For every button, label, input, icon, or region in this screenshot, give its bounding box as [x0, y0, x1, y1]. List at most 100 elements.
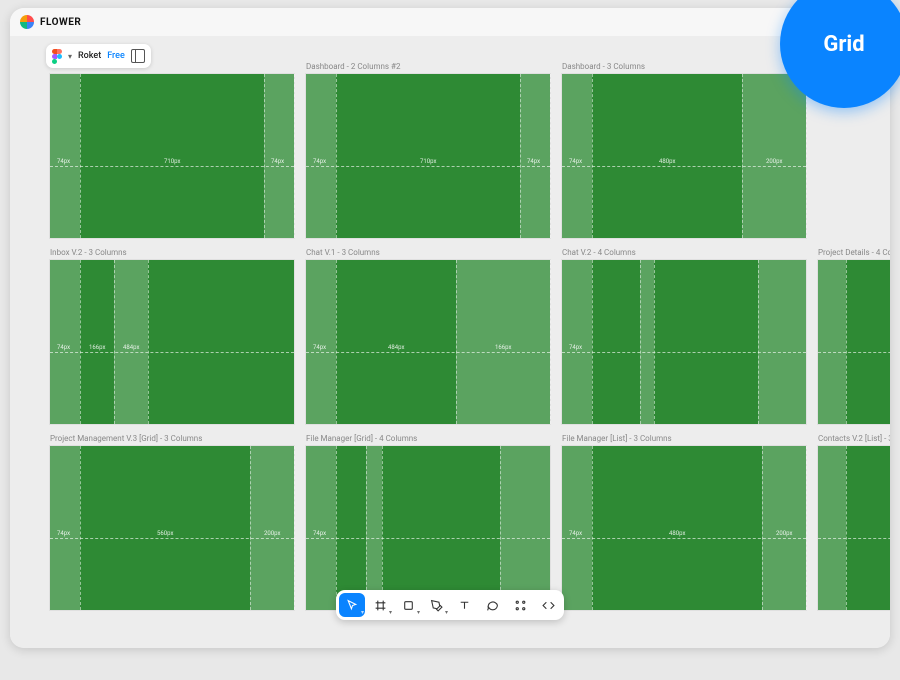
comment-tool[interactable]	[479, 593, 505, 617]
frame-group[interactable]: Project Management V.3 [Grid] - 3 Column…	[50, 434, 294, 610]
frame-label: File Manager [List] - 3 Columns	[562, 434, 806, 444]
ruler-vertical	[336, 446, 337, 610]
shape-tool[interactable]: ▾	[395, 593, 421, 617]
frame-group[interactable]: Dashboard - 3 Columns 74px 480px 200px	[562, 62, 806, 238]
plan-badge[interactable]: Free	[107, 51, 125, 61]
layout-column-overlay	[818, 446, 846, 610]
ruler-vertical	[336, 74, 337, 238]
file-name[interactable]: Roket	[78, 51, 101, 61]
frame-group[interactable]: File Manager [Grid] - 4 Columns74px	[306, 434, 550, 610]
layout-column-overlay	[306, 74, 336, 238]
layout-column-overlay	[500, 446, 550, 610]
layout-column-overlay	[264, 74, 294, 238]
chevron-down-icon[interactable]: ▾	[68, 52, 72, 61]
layout-column-overlay	[50, 260, 80, 424]
ruler-vertical	[366, 446, 367, 610]
layout-column-overlay	[762, 446, 806, 610]
ruler-vertical	[456, 260, 457, 424]
layout-column-overlay	[818, 260, 846, 424]
canvas-inner[interactable]: 74px710px74pxDashboard - 2 Columns #274p…	[10, 36, 890, 648]
frame-group[interactable]: Project Details - 4 Columns	[818, 248, 890, 424]
ruler-vertical	[550, 260, 551, 424]
dimension-label: 166px	[495, 344, 511, 351]
frame-artboard[interactable]: 74px	[562, 260, 806, 424]
ruler-vertical	[114, 260, 115, 424]
frame-group[interactable]: Dashboard - 2 Columns #274px710px74px	[306, 62, 550, 238]
layout-column-overlay	[50, 446, 80, 610]
frame-artboard[interactable]: 74px480px200px	[562, 446, 806, 610]
app-window: FLOWER 74px710px74pxDashboard - 2 Column…	[10, 8, 890, 648]
actions-tool[interactable]	[507, 593, 533, 617]
ruler-vertical	[640, 260, 641, 424]
frame-label: Project Details - 4 Columns	[818, 248, 890, 258]
frame-group[interactable]: Chat V.2 - 4 Columns 74px	[562, 248, 806, 424]
frame-label: Dashboard - 3 Columns	[562, 62, 806, 72]
dimension-label: 74px	[57, 530, 70, 537]
layout-column-overlay	[742, 74, 806, 238]
move-tool[interactable]: ▾	[339, 593, 365, 617]
ruler-vertical	[520, 74, 521, 238]
frame-group[interactable]: 74px710px74px	[50, 62, 294, 238]
dimension-label: 74px	[313, 344, 326, 351]
devmode-tool[interactable]	[535, 593, 561, 617]
layout-column-overlay	[306, 260, 336, 424]
ruler-vertical	[148, 260, 149, 424]
dimension-label: 74px	[569, 158, 582, 165]
frame-group[interactable]: Chat V.1 - 3 Columns 74px484px166px	[306, 248, 550, 424]
ruler-vertical	[80, 74, 81, 238]
frame-label: Chat V.1 - 3 Columns	[306, 248, 550, 258]
frame-artboard[interactable]	[818, 446, 890, 610]
ruler-vertical	[250, 446, 251, 610]
frame-artboard[interactable]: 74px 480px 200px	[562, 74, 806, 238]
frame-group[interactable]: File Manager [List] - 3 Columns 74px480px…	[562, 434, 806, 610]
layout-column-overlay	[562, 74, 592, 238]
layout-column-overlay	[562, 446, 592, 610]
frame-artboard[interactable]: 74px710px74px	[306, 74, 550, 238]
pen-tool[interactable]: ▾	[423, 593, 449, 617]
frame-label: Chat V.2 - 4 Columns	[562, 248, 806, 258]
frame-tool[interactable]: ▾	[367, 593, 393, 617]
ruler-vertical	[80, 446, 81, 610]
dimension-label: 480px	[659, 158, 675, 165]
frame-artboard[interactable]: 74px	[306, 446, 550, 610]
layout-column-overlay	[306, 446, 336, 610]
ruler-vertical	[654, 260, 655, 424]
tool-dock: ▾▾▾▾	[336, 590, 564, 620]
ruler-horizontal	[562, 352, 806, 353]
layout-column-overlay	[50, 74, 80, 238]
panel-toggle-icon[interactable]	[131, 49, 145, 63]
ruler-vertical	[806, 446, 807, 610]
layout-column-overlay	[114, 260, 148, 424]
dimension-label: 74px	[57, 344, 70, 351]
dimension-label: 560px	[157, 530, 173, 537]
dimension-label: 74px	[313, 158, 326, 165]
dimension-label: 200px	[766, 158, 782, 165]
ruler-horizontal	[306, 538, 550, 539]
app-title: FLOWER	[40, 17, 81, 28]
dimension-label: 484px	[123, 344, 139, 351]
frame-artboard[interactable]: 74px710px74px	[50, 74, 294, 238]
ruler-horizontal	[50, 352, 294, 353]
ruler-horizontal	[306, 166, 550, 167]
frame-artboard[interactable]	[818, 260, 890, 424]
ruler-vertical	[742, 74, 743, 238]
frame-group[interactable]: Inbox V.2 - 3 Columns74px166px484px	[50, 248, 294, 424]
frame-artboard[interactable]: 74px166px484px	[50, 260, 294, 424]
dimension-label: 200px	[264, 530, 280, 537]
ruler-vertical	[294, 74, 295, 238]
ruler-vertical	[592, 260, 593, 424]
ruler-horizontal	[818, 352, 890, 353]
dimension-label: 74px	[313, 530, 326, 537]
figma-logo-icon[interactable]	[52, 49, 62, 63]
layout-column-overlay	[758, 260, 806, 424]
dimension-label: 710px	[420, 158, 436, 165]
layout-column-overlay	[456, 260, 550, 424]
ruler-horizontal	[306, 352, 550, 353]
text-tool[interactable]	[451, 593, 477, 617]
ruler-horizontal	[562, 538, 806, 539]
canvas-viewport[interactable]: 74px710px74pxDashboard - 2 Columns #274p…	[10, 36, 890, 648]
frame-group[interactable]: Contacts V.2 [List] - 3 Columns	[818, 434, 890, 610]
frame-artboard[interactable]: 74px 560px 200px	[50, 446, 294, 610]
dimension-label: 200px	[776, 530, 792, 537]
frame-artboard[interactable]: 74px484px166px	[306, 260, 550, 424]
